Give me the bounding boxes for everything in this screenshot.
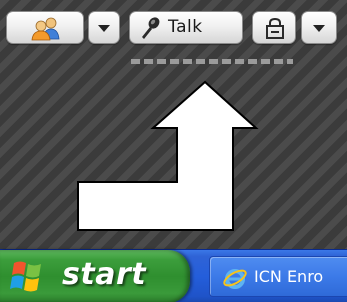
desktop-background: Talk start ICN Enro xyxy=(0,0,347,302)
start-button[interactable]: start xyxy=(0,250,190,302)
taskbar: start ICN Enro xyxy=(0,249,347,302)
windows-flag-icon xyxy=(10,261,41,292)
taskbar-item-label: ICN Enro xyxy=(254,267,324,286)
internet-explorer-icon xyxy=(223,269,247,289)
start-label: start xyxy=(62,257,147,292)
taskbar-item-ie[interactable]: ICN Enro xyxy=(209,256,347,297)
